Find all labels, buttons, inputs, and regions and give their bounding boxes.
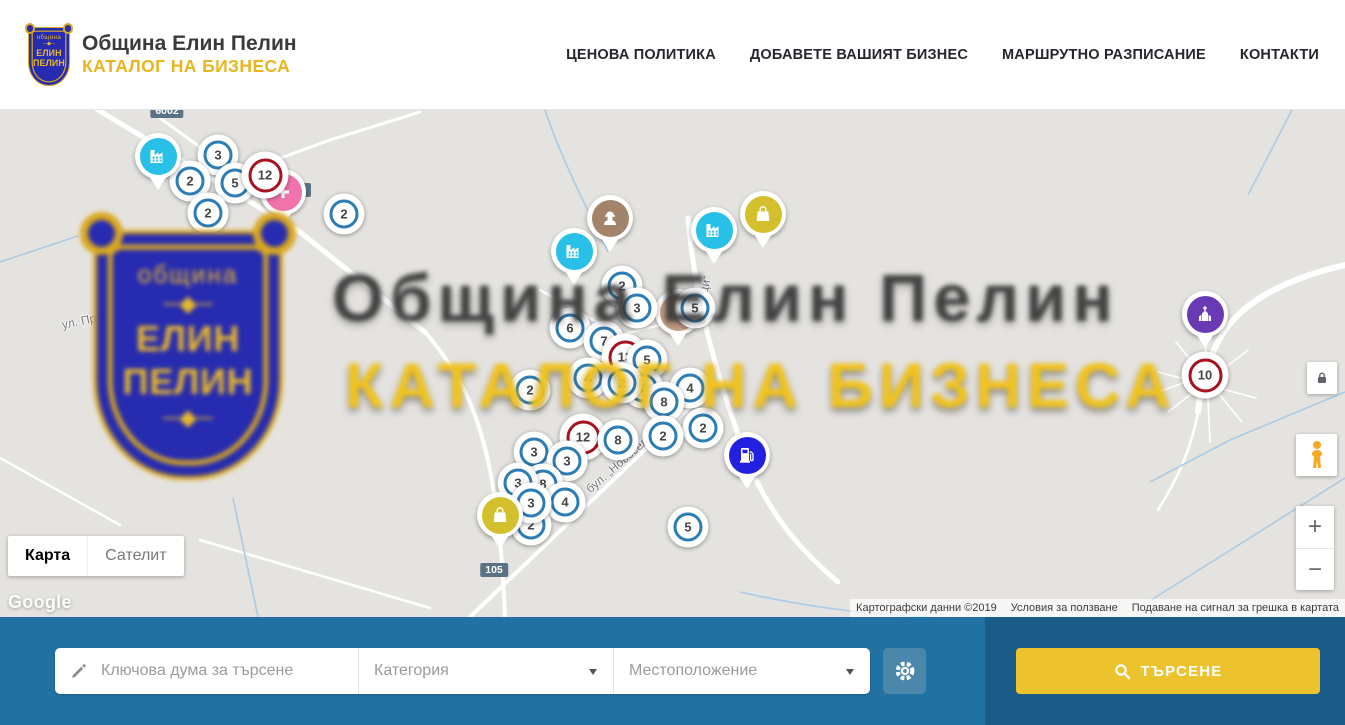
logo-text: Община Елин Пелин КАТАЛОГ НА БИЗНЕСА: [82, 32, 297, 77]
map-canvas[interactable]: 6002105 ул. Преславбул. „Новоселщи“ 3251…: [0, 110, 1345, 617]
cluster-count: 3: [520, 438, 549, 467]
cluster-count: 2: [608, 369, 637, 398]
factory-pin-marker[interactable]: [135, 133, 181, 179]
search-bar: Категория Местоположение ТЪРСЕНЕ: [0, 617, 1345, 725]
search-button[interactable]: ТЪРСЕНЕ: [1016, 648, 1320, 694]
map-attribution: Картографски данни ©2019 Условия за ползв…: [850, 599, 1345, 617]
attribution-link[interactable]: Подаване на сигнал за грешка в картата: [1132, 602, 1339, 614]
cluster-count: 2: [516, 376, 545, 405]
logo-subtitle: КАТАЛОГ НА БИЗНЕСА: [82, 56, 297, 77]
lock-icon: [1315, 371, 1329, 385]
cluster-count: 2: [194, 199, 223, 228]
bag-pin-marker[interactable]: [477, 492, 523, 538]
keyword-input[interactable]: [99, 661, 343, 681]
factory-icon: [556, 233, 593, 270]
attribution-link[interactable]: Условия за ползване: [1011, 602, 1118, 614]
bag-icon: [745, 196, 782, 233]
main-nav: ЦЕНОВА ПОЛИТИКА ДОБАВЕТЕ ВАШИЯТ БИЗНЕС МАР…: [566, 47, 1319, 63]
fuel-icon: [729, 437, 766, 474]
site-header: община ─◆─ ЕЛИН ПЕЛИН Община Елин Пелин …: [0, 0, 1345, 110]
pencil-icon: [70, 662, 88, 680]
logo-title: Община Елин Пелин: [82, 32, 297, 56]
emblem-shield: община ─◆─ ЕЛИН ПЕЛИН: [28, 27, 70, 85]
cluster-count: 5: [681, 294, 710, 323]
worker-pin-marker[interactable]: [587, 195, 633, 241]
cluster-count: 2: [330, 200, 359, 229]
cluster-marker[interactable]: 2: [602, 363, 643, 404]
map-type-control: Карта Сателит: [8, 536, 184, 576]
attribution-text: Картографски данни ©2019: [856, 602, 997, 614]
gear-icon: [894, 660, 916, 682]
lock-control[interactable]: [1307, 362, 1337, 394]
site-logo[interactable]: община ─◆─ ЕЛИН ПЕЛИН Община Елин Пелин …: [26, 24, 297, 86]
cluster-count: 10: [1188, 358, 1222, 392]
chevron-down-icon: [846, 669, 854, 679]
cluster-marker[interactable]: 2: [683, 408, 724, 449]
church-pin-marker[interactable]: [1182, 291, 1228, 337]
location-placeholder: Местоположение: [629, 662, 757, 680]
zoom-out-button[interactable]: −: [1296, 548, 1334, 590]
map-type-map-button[interactable]: Карта: [8, 536, 87, 576]
category-placeholder: Категория: [374, 662, 449, 680]
search-button-label: ТЪРСЕНЕ: [1141, 663, 1223, 680]
cluster-marker[interactable]: 2: [510, 370, 551, 411]
bag-pin-marker[interactable]: [740, 191, 786, 237]
emblem-ornament: ─◆─: [43, 41, 55, 48]
cluster-marker[interactable]: 10: [1182, 352, 1229, 399]
cluster-count: 5: [674, 513, 703, 542]
worker-icon: [592, 200, 629, 237]
cluster-count: 8: [604, 426, 633, 455]
nav-item-pricing[interactable]: ЦЕНОВА ПОЛИТИКА: [566, 47, 716, 63]
cluster-marker[interactable]: 2: [643, 416, 684, 457]
keyword-segment: [55, 648, 358, 694]
municipality-emblem: община ─◆─ ЕЛИН ПЕЛИН: [26, 24, 72, 86]
factory-icon: [696, 212, 733, 249]
zoom-control: + −: [1296, 506, 1334, 590]
nav-item-contacts[interactable]: КОНТАКТИ: [1240, 47, 1319, 63]
emblem-name-2: ПЕЛИН: [33, 58, 65, 68]
cluster-count: 2: [689, 414, 718, 443]
cluster-marker[interactable]: 8: [598, 420, 639, 461]
cluster-marker[interactable]: 3: [617, 288, 658, 329]
pegman-icon: [1306, 440, 1328, 470]
cluster-marker[interactable]: 5: [668, 507, 709, 548]
cluster-marker[interactable]: 5: [675, 288, 716, 329]
factory-icon: [140, 138, 177, 175]
nav-item-transport-schedule[interactable]: МАРШРУТНО РАЗПИСАНИЕ: [1002, 47, 1206, 63]
emblem-name-1: ЕЛИН: [36, 48, 61, 58]
cluster-count: 4: [574, 364, 603, 393]
factory-pin-marker[interactable]: [691, 207, 737, 253]
cluster-count: 6: [556, 314, 585, 343]
cluster-count: 2: [649, 422, 678, 451]
bag-icon: [482, 497, 519, 534]
emblem-curl: [25, 23, 36, 34]
cluster-count: 2: [176, 167, 205, 196]
cluster-marker[interactable]: 2: [188, 193, 229, 234]
search-icon: [1114, 663, 1131, 680]
cluster-marker[interactable]: 2: [324, 194, 365, 235]
church-icon: [1187, 296, 1224, 333]
location-select[interactable]: Местоположение: [613, 648, 870, 694]
category-select[interactable]: Категория: [358, 648, 613, 694]
fuel-pin-marker[interactable]: [724, 432, 770, 478]
cluster-count: 4: [551, 488, 580, 517]
map-type-satellite-button[interactable]: Сателит: [87, 536, 183, 576]
nav-item-add-business[interactable]: ДОБАВЕТЕ ВАШИЯТ БИЗНЕС: [750, 47, 968, 63]
search-group: Категория Местоположение: [55, 648, 870, 694]
chevron-down-icon: [589, 669, 597, 679]
pegman-control[interactable]: [1296, 434, 1337, 476]
google-logo[interactable]: Google: [8, 592, 72, 613]
cluster-marker[interactable]: 12: [242, 152, 289, 199]
factory-pin-marker[interactable]: [551, 228, 597, 274]
cluster-count: 8: [650, 388, 679, 417]
zoom-in-button[interactable]: +: [1296, 506, 1334, 548]
cluster-count: 12: [248, 158, 282, 192]
cluster-count: 3: [623, 294, 652, 323]
advanced-settings-button[interactable]: [883, 648, 926, 694]
emblem-curl: [63, 23, 74, 34]
marker-layer: 325122223567135472482221283383423510: [0, 110, 1345, 617]
